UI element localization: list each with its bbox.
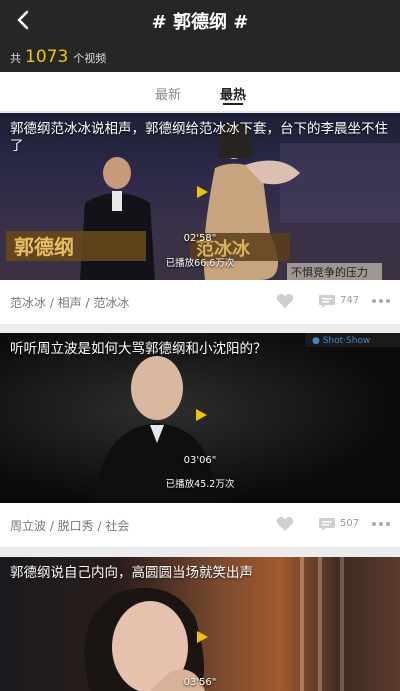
video-title[interactable]: 郭德纲范冰冰说相声，郭德纲给范冰冰下套，台下的李晨坐不住了 <box>10 121 390 155</box>
comment-icon[interactable] <box>319 295 335 308</box>
play-icon[interactable] <box>194 408 208 422</box>
card-footer: 范冰冰 / 相声 / 范冰冰 747 <box>0 280 400 325</box>
top-bar: # 郭德纲 # 共 1073 个视频 <box>0 0 400 72</box>
count-number: 1073 <box>25 47 69 67</box>
video-card: 郭德纲说自己内向，高圆圆当场就笑出声 03'56" <box>0 557 400 691</box>
video-duration: 03'06" <box>183 455 217 466</box>
video-thumbnail[interactable]: 郭德纲说自己内向，高圆圆当场就笑出声 03'56" <box>0 557 400 691</box>
tab-hottest[interactable]: 最热 <box>220 84 246 103</box>
video-thumbnail[interactable]: 郭德纲 范冰冰 不惧竞争的压力 郭德纲范冰冰说相声，郭德纲给范冰冰下套，台下的李… <box>0 113 400 280</box>
video-thumbnail[interactable]: ● Shot·Show 听听周立波是如何大骂郭德纲和小沈阳的？ 03'06" 已… <box>0 333 400 503</box>
comment-count: 747 <box>340 295 360 306</box>
video-tags[interactable]: 范冰冰 / 相声 / 范冰冰 <box>10 294 129 311</box>
comment-count: 507 <box>340 518 360 529</box>
count-prefix: 共 <box>10 52 21 65</box>
view-count: 已播放45.2万次 <box>165 479 235 490</box>
count-suffix: 个视频 <box>73 52 107 65</box>
video-card: ● Shot·Show 听听周立波是如何大骂郭德纲和小沈阳的？ 03'06" 已… <box>0 333 400 548</box>
video-tags[interactable]: 周立波 / 脱口秀 / 社会 <box>10 517 129 534</box>
heart-icon[interactable] <box>276 516 294 532</box>
comment-icon[interactable] <box>319 518 335 531</box>
video-card: 郭德纲 范冰冰 不惧竞争的压力 郭德纲范冰冰说相声，郭德纲给范冰冰下套，台下的李… <box>0 113 400 325</box>
heart-icon[interactable] <box>276 293 294 309</box>
play-icon[interactable] <box>195 185 209 199</box>
active-tab-indicator <box>223 103 243 105</box>
video-title[interactable]: 听听周立波是如何大骂郭德纲和小沈阳的？ <box>10 341 390 358</box>
video-count: 共 1073 个视频 <box>10 47 106 67</box>
play-icon[interactable] <box>195 630 209 644</box>
video-duration: 03'56" <box>183 677 217 688</box>
more-options-icon[interactable] <box>372 299 390 303</box>
video-duration: 02'58" <box>183 233 217 244</box>
video-title[interactable]: 郭德纲说自己内向，高圆圆当场就笑出声 <box>10 565 390 582</box>
page-title: # 郭德纲 # <box>151 12 249 33</box>
more-options-icon[interactable] <box>372 522 390 526</box>
card-footer: 周立波 / 脱口秀 / 社会 507 <box>0 503 400 548</box>
view-count: 已播放66.6万次 <box>165 258 235 269</box>
sort-tabs: 最新 最热 <box>0 72 400 112</box>
tab-latest[interactable]: 最新 <box>155 84 181 103</box>
